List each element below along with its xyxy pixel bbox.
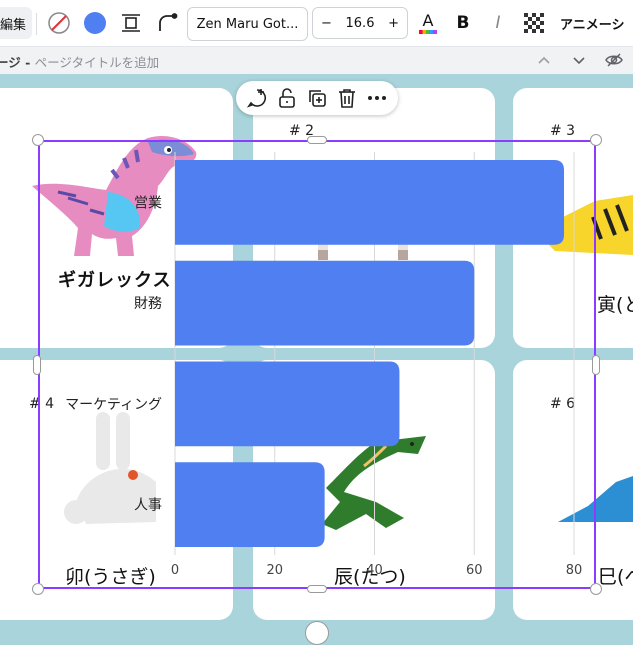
- increase-size-button[interactable]: +: [388, 16, 399, 31]
- toolbar-divider: [36, 13, 37, 35]
- resize-handle-left[interactable]: [33, 355, 41, 375]
- card-3-label: 寅(と: [597, 294, 633, 316]
- trash-icon[interactable]: [335, 86, 359, 110]
- more-options-icon[interactable]: [365, 86, 389, 110]
- card-4-number: # 4: [29, 396, 55, 412]
- italic-button[interactable]: I: [485, 7, 511, 39]
- dragon-illustration: [322, 436, 426, 530]
- dinosaur-illustration: [32, 135, 197, 256]
- hide-page-icon[interactable]: [604, 50, 624, 70]
- fill-color-swatch[interactable]: [81, 7, 109, 39]
- page-prefix: ージ -: [0, 55, 31, 70]
- text-color-icon[interactable]: A: [416, 7, 440, 39]
- resize-handle-bottom-right[interactable]: [590, 583, 602, 595]
- card-2-illustration: [318, 240, 408, 260]
- italic-label: I: [495, 13, 501, 33]
- resize-handle-top-left[interactable]: [32, 134, 44, 146]
- rabbit-illustration: [64, 412, 156, 524]
- animate-button[interactable]: アニメーシ: [560, 7, 633, 39]
- svg-text:A: A: [423, 11, 434, 30]
- chevron-down-icon[interactable]: [569, 50, 589, 70]
- decrease-size-button[interactable]: −: [321, 16, 332, 31]
- font-family-select[interactable]: Zen Maru Got...: [187, 7, 308, 41]
- bold-button[interactable]: B: [450, 7, 476, 39]
- card-3-number: # 3: [550, 123, 576, 139]
- transparency-icon[interactable]: [521, 7, 547, 39]
- rotate-handle-icon[interactable]: [305, 621, 329, 645]
- tiger-illustration: [535, 195, 633, 255]
- animate-label: アニメーシ: [560, 17, 625, 33]
- resize-handle-bottom-left[interactable]: [32, 583, 44, 595]
- line-style-icon[interactable]: [153, 7, 181, 39]
- edit-button[interactable]: 編集: [0, 7, 32, 39]
- comment-add-icon[interactable]: [245, 86, 269, 110]
- resize-handle-top-right[interactable]: [590, 134, 602, 146]
- duplicate-icon[interactable]: [305, 86, 329, 110]
- dinosaur-name: ギガレックス: [58, 270, 172, 291]
- page-title[interactable]: ージ - ページタイトルを追加: [0, 52, 159, 71]
- card-6-number: # 6: [550, 396, 576, 412]
- card-4-label: 卯(うさぎ): [65, 566, 156, 588]
- card-6-label: 巳(へ: [598, 566, 633, 588]
- page-header-bar: ージ - ページタイトルを追加: [0, 46, 633, 74]
- chevron-up-icon[interactable]: [534, 50, 554, 70]
- resize-handle-bottom[interactable]: [307, 585, 327, 593]
- resize-handle-right[interactable]: [592, 355, 600, 375]
- font-size-stepper[interactable]: − 16.6 +: [312, 7, 408, 39]
- font-size-value[interactable]: 16.6: [346, 16, 375, 31]
- bold-label: B: [456, 13, 470, 33]
- editor-toolbar: 編集 Zen Maru Got... − 16.6 + A B I アニメーシ: [0, 0, 633, 47]
- card-5-label: 辰(たつ): [334, 566, 406, 588]
- spacing-icon[interactable]: [117, 7, 145, 39]
- page-title-placeholder[interactable]: ページタイトルを追加: [35, 55, 160, 70]
- border-color-icon[interactable]: [45, 7, 73, 39]
- element-context-toolbar: [236, 81, 398, 115]
- font-family-value: Zen Maru Got...: [196, 16, 299, 32]
- edit-button-label: 編集: [0, 17, 26, 33]
- resize-handle-top[interactable]: [307, 136, 327, 144]
- unlock-icon[interactable]: [275, 86, 299, 110]
- snake-illustration: [558, 476, 633, 522]
